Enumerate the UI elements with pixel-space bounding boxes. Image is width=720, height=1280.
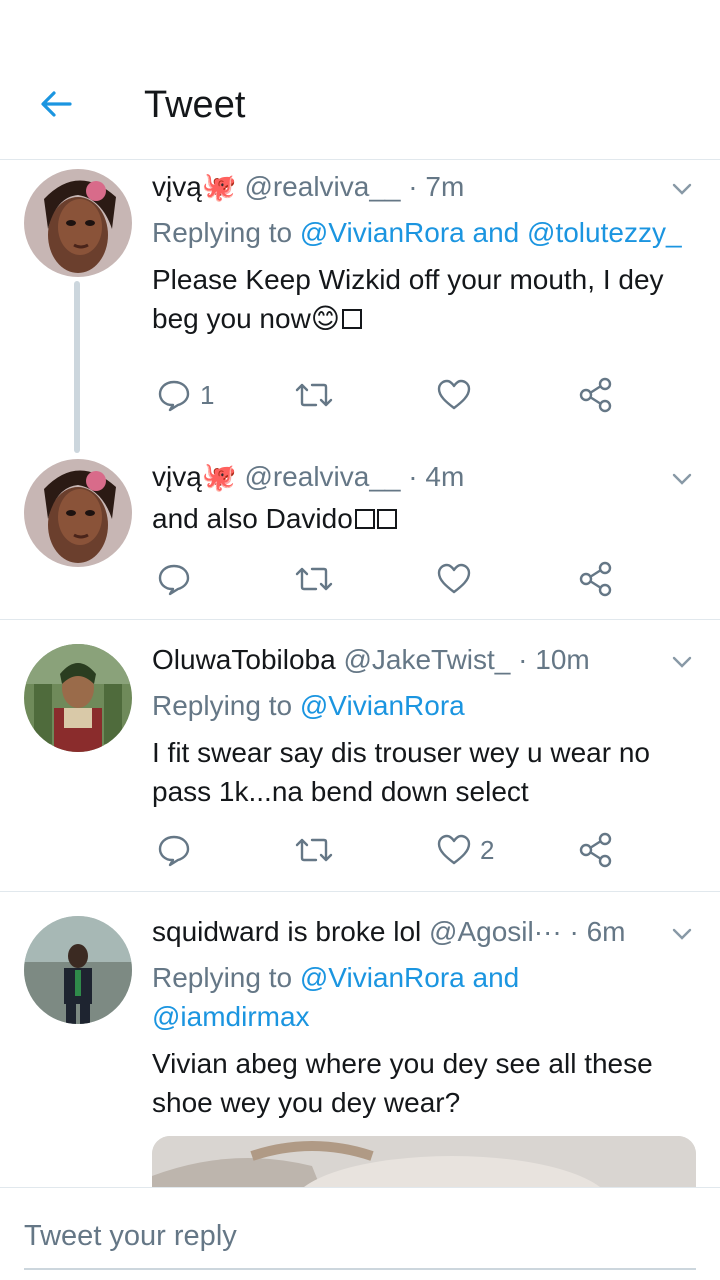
- user-handle[interactable]: @Agosil···: [429, 916, 562, 947]
- replying-to-line: Replying to @VivianRora: [152, 686, 696, 725]
- tweet-actions: 1: [152, 375, 622, 415]
- share-button[interactable]: [578, 375, 614, 415]
- tweet-text-line: beg you now😊: [152, 299, 696, 338]
- like-button[interactable]: [436, 559, 480, 599]
- share-icon: [579, 832, 612, 868]
- back-arrow-icon: [41, 91, 72, 117]
- missing-glyph-box: [341, 309, 362, 329]
- chevron-down-icon[interactable]: [670, 177, 694, 201]
- reply-button[interactable]: 1: [156, 375, 214, 415]
- share-button[interactable]: [578, 830, 614, 870]
- mention-link[interactable]: @VivianRora and @tolutezzy_: [300, 217, 682, 248]
- reply-count: 1: [200, 379, 215, 410]
- back-button[interactable]: [36, 84, 76, 124]
- page-title: Tweet: [144, 84, 246, 126]
- reply-icon: [158, 380, 190, 412]
- mention-link[interactable]: @VivianRora: [300, 690, 465, 721]
- user-handle[interactable]: @realviva__: [244, 461, 400, 492]
- mention-link[interactable]: @iamdirmax: [152, 997, 696, 1036]
- tweet-text: Vivian abeg where you dey see all these …: [152, 1044, 696, 1122]
- missing-glyph-box: [354, 509, 375, 529]
- retweet-icon: [295, 838, 333, 862]
- timestamp: · 10m: [518, 644, 590, 675]
- tweet-media-image[interactable]: [152, 1136, 696, 1187]
- like-icon: [437, 379, 471, 410]
- tweet-item[interactable]: vįvą🐙 @realviva__ · 4m and also Davido: [0, 451, 720, 620]
- reply-input[interactable]: [24, 1212, 696, 1260]
- chevron-down-icon[interactable]: [670, 650, 694, 674]
- thread-connector-line: [74, 281, 80, 453]
- avatar[interactable]: [24, 644, 132, 752]
- display-name[interactable]: OluwaTobiloba: [152, 644, 336, 675]
- retweet-icon: [295, 383, 333, 407]
- reply-compose-bar: [0, 1187, 720, 1280]
- tweet-text-line: pass 1k...na bend down select: [152, 776, 529, 807]
- avatar[interactable]: [24, 916, 132, 1024]
- like-button[interactable]: [436, 375, 480, 415]
- missing-glyph-box: [376, 509, 397, 529]
- retweet-button[interactable]: [294, 830, 334, 870]
- tweet-text: Please Keep Wizkid off your mouth, I dey…: [152, 260, 696, 338]
- tweet-header: vįvą🐙 @realviva__ · 7m: [152, 169, 696, 205]
- tweet-actions: 2: [152, 830, 622, 870]
- tweet-item[interactable]: OluwaTobiloba @JakeTwist_ · 10m Replying…: [0, 620, 720, 892]
- user-handle[interactable]: @realviva__: [244, 171, 400, 202]
- reply-button[interactable]: [156, 830, 200, 870]
- tweet-item[interactable]: squidward is broke lol @Agosil··· · 6m R…: [0, 892, 720, 1187]
- share-icon: [579, 377, 612, 413]
- tweet-text-line: shoe wey you dey wear?: [152, 1087, 461, 1118]
- tweet-text: I fit swear say dis trouser wey u wear n…: [152, 733, 696, 811]
- like-count: 2: [480, 834, 495, 865]
- tweet-thread[interactable]: vįvą🐙 @realviva__ · 7m Replying to @Vivi…: [0, 161, 720, 1187]
- replying-to-line: Replying to @VivianRora and @iamdirmax: [152, 958, 696, 1036]
- tweet-actions: [152, 559, 622, 599]
- top-app-bar: Tweet: [0, 0, 720, 160]
- retweet-button[interactable]: [294, 559, 334, 599]
- share-button[interactable]: [578, 559, 614, 599]
- tweet-item[interactable]: vįvą🐙 @realviva__ · 7m Replying to @Vivi…: [0, 161, 720, 453]
- input-underline: [24, 1268, 696, 1270]
- share-icon: [579, 561, 612, 597]
- chevron-down-icon[interactable]: [670, 467, 694, 491]
- like-icon: [437, 563, 471, 594]
- replying-prefix: Replying to: [152, 217, 300, 248]
- replying-to-line: Replying to @VivianRora and @tolutezzy_: [152, 213, 696, 252]
- tweet-text: and also Davido: [152, 499, 696, 538]
- display-name[interactable]: vįvą🐙: [152, 461, 237, 492]
- timestamp: · 6m: [569, 916, 626, 947]
- tweet-header: squidward is broke lol @Agosil··· · 6m: [152, 914, 696, 950]
- user-handle[interactable]: @JakeTwist_: [343, 644, 510, 675]
- tweet-text-line: Vivian abeg where you dey see all these: [152, 1048, 653, 1079]
- reply-icon: [158, 564, 190, 596]
- avatar[interactable]: [24, 459, 132, 567]
- avatar[interactable]: [24, 169, 132, 277]
- tweet-header: vįvą🐙 @realviva__ · 4m: [152, 459, 696, 495]
- replying-prefix: Replying to: [152, 690, 300, 721]
- tweet-text-line: I fit swear say dis trouser wey u wear n…: [152, 737, 650, 768]
- display-name[interactable]: vįvą🐙: [152, 171, 237, 202]
- tweet-header: OluwaTobiloba @JakeTwist_ · 10m: [152, 642, 696, 678]
- retweet-icon: [295, 567, 333, 591]
- reply-button[interactable]: [156, 559, 200, 599]
- reply-icon: [158, 835, 190, 867]
- timestamp: · 7m: [408, 171, 465, 202]
- display-name[interactable]: squidward is broke lol: [152, 916, 421, 947]
- like-button[interactable]: 2: [436, 830, 494, 870]
- like-icon: [437, 834, 471, 865]
- replying-prefix: Replying to: [152, 962, 300, 993]
- timestamp: · 4m: [408, 461, 465, 492]
- retweet-button[interactable]: [294, 375, 334, 415]
- chevron-down-icon[interactable]: [670, 922, 694, 946]
- mention-link[interactable]: @VivianRora and: [300, 962, 519, 993]
- tweet-text-line: Please Keep Wizkid off your mouth, I dey: [152, 264, 664, 295]
